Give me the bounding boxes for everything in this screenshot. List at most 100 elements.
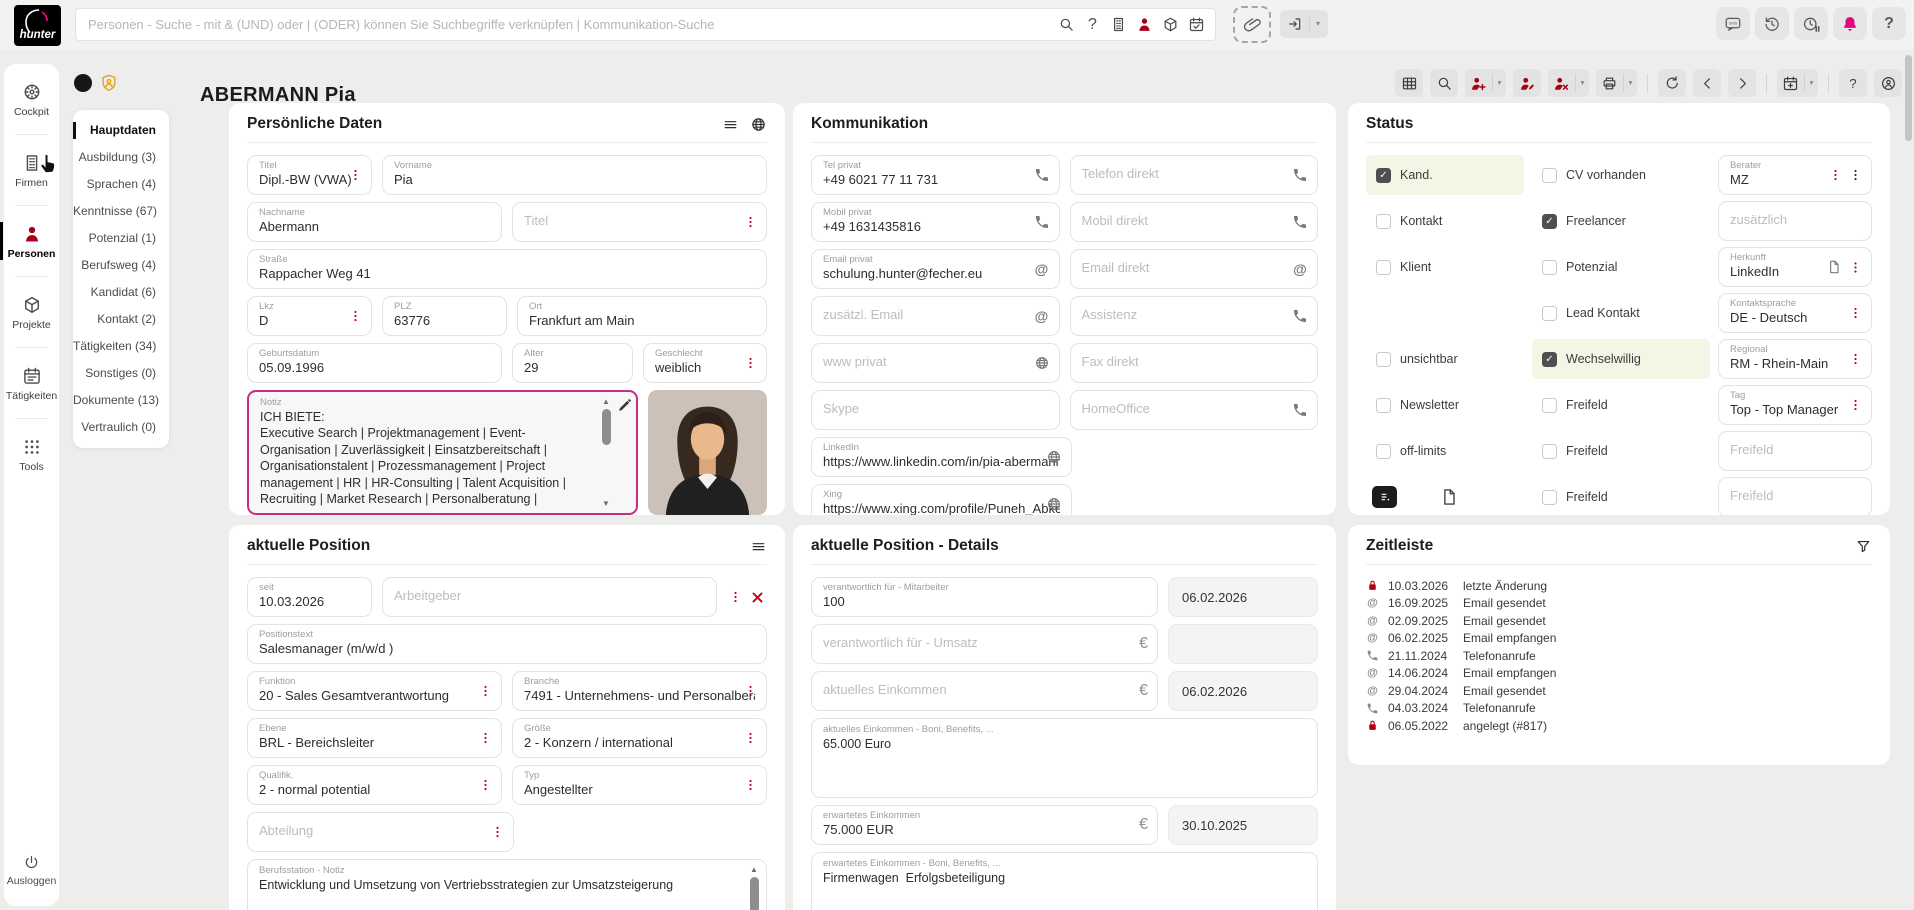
sidebar-item-cockpit[interactable]: Cockpit [4, 64, 59, 135]
abteilung-field[interactable]: Abteilung [247, 812, 514, 852]
positionstext-field[interactable]: Positionstext Salesmanager (m/w/d ) [247, 624, 767, 664]
kebab-menu-icon[interactable] [491, 825, 504, 840]
page-scrollbar[interactable] [1905, 52, 1913, 908]
notifications-button[interactable] [1833, 7, 1867, 40]
timeline-entry[interactable]: @06.02.2025 Email empfangen [1366, 630, 1872, 648]
scroll-thumb[interactable] [601, 409, 611, 445]
calendar-check-icon[interactable] [1188, 16, 1205, 33]
email_privat-field[interactable]: Email privat schulung.hunter@fecher.eu @ [811, 249, 1060, 289]
phone-icon[interactable] [1292, 214, 1308, 230]
scroll-thumb[interactable] [749, 877, 759, 910]
person-link-button[interactable] [1874, 69, 1902, 97]
phone-icon[interactable] [1292, 167, 1308, 183]
alter-field[interactable]: Alter 29 [512, 343, 633, 383]
scroll-up-icon[interactable]: ▲ [750, 865, 758, 874]
checkbox-box[interactable] [1542, 305, 1557, 321]
timeline-entry[interactable]: 04.03.2024 Telefonanrufe [1366, 700, 1872, 718]
phone-icon[interactable] [1292, 308, 1308, 324]
vorname-field[interactable]: Vorname Pia [382, 155, 767, 195]
help-button[interactable]: ? [1872, 7, 1906, 40]
berufsstation_notiz-field[interactable]: Berufsstation - Notiz Entwicklung und Ums… [247, 859, 767, 910]
record-tab-hauptdaten[interactable]: Hauptdaten [73, 117, 169, 144]
record-tab-kandidat-6[interactable]: Kandidat (6) [73, 279, 169, 306]
email_direkt-field[interactable]: Email direkt @ [1069, 249, 1318, 289]
sidebar-item-tools[interactable]: Tools [4, 419, 59, 490]
record-tab-vertraulich-0[interactable]: Vertraulich (0) [73, 414, 169, 441]
kebab-menu-icon[interactable] [1849, 398, 1862, 413]
linkedin-field[interactable]: LinkedIn https://www.linkedin.com/in/pia-… [811, 437, 1072, 477]
checkbox-box[interactable] [1376, 351, 1391, 367]
refresh-button[interactable] [1658, 69, 1686, 97]
checkbox-box[interactable] [1376, 443, 1391, 459]
kebab-menu-icon[interactable] [479, 684, 492, 699]
note-scrollbar[interactable]: ▲▼ [748, 865, 760, 910]
kebab-menu-icon[interactable] [744, 356, 757, 371]
at-icon[interactable]: @ [1034, 308, 1050, 324]
regional-field[interactable]: Regional RM - Rhein-Main [1718, 339, 1872, 379]
checkbox-box[interactable]: ✓ [1376, 167, 1391, 183]
typ-field[interactable]: Typ Angestellter [512, 765, 767, 805]
checkbox-klient[interactable]: Klient [1366, 247, 1524, 287]
candidate-photo[interactable] [648, 390, 767, 515]
sms-button[interactable]: SMS [1716, 7, 1750, 40]
checkbox-freelancer[interactable]: ✓ Freelancer [1532, 201, 1710, 241]
checkbox-unsichtbar[interactable]: unsichtbar [1366, 339, 1524, 379]
checkbox-freifeld[interactable]: Freifeld [1532, 385, 1710, 425]
timeline-entry[interactable]: 21.11.2024 Telefonanrufe [1366, 647, 1872, 665]
checkbox-wechselwillig[interactable]: ✓ Wechselwillig [1532, 339, 1710, 379]
skype-field[interactable]: Skype [811, 390, 1060, 430]
checkbox-lead-kontakt[interactable]: Lead Kontakt [1532, 293, 1710, 333]
record-tab-dokumente-13[interactable]: Dokumente (13) [73, 387, 169, 414]
caret-down-icon[interactable]: ▾ [1492, 74, 1506, 92]
record-tab-kontakt-2[interactable]: Kontakt (2) [73, 306, 169, 333]
doc-icon[interactable] [1826, 259, 1842, 275]
funnel-icon[interactable] [1855, 538, 1872, 555]
sidebar-item-personen[interactable]: Personen [0, 206, 59, 277]
checkbox-box[interactable]: ✓ [1542, 351, 1557, 367]
checkbox-off-limits[interactable]: off-limits [1366, 431, 1524, 471]
globe-icon[interactable] [1046, 496, 1062, 512]
kebab-menu-icon[interactable] [1849, 352, 1862, 367]
time-pause-button[interactable] [1794, 7, 1828, 40]
phone-icon[interactable] [1034, 214, 1050, 230]
caret-down-icon[interactable]: ▾ [1804, 74, 1818, 92]
sidebar-item-firmen[interactable]: Firmen [4, 135, 59, 206]
checkbox-cv-vorhanden[interactable]: CV vorhanden [1532, 155, 1710, 195]
checkbox-potenzial[interactable]: Potenzial [1532, 247, 1710, 287]
kebab-menu-icon[interactable] [744, 778, 757, 793]
zusaetzl_email-field[interactable]: zusätzl. Email @ [811, 296, 1060, 336]
table-view-button[interactable] [1395, 69, 1423, 97]
akt_einkommen-field[interactable]: aktuelles Einkommen € [811, 671, 1158, 711]
kebab-menu-icon[interactable] [1849, 306, 1862, 321]
freifeld1-field[interactable]: Freifeld [1718, 431, 1872, 471]
previous-button[interactable] [1693, 69, 1721, 97]
titel-field[interactable]: Titel Dipl.-BW (VWA) [247, 155, 372, 195]
kebab-menu-icon[interactable] [479, 731, 492, 746]
globe-icon[interactable] [750, 116, 767, 133]
record-tab-ausbildung-3[interactable]: Ausbildung (3) [73, 144, 169, 171]
zusaetzlich-field[interactable]: zusätzlich [1718, 201, 1872, 241]
nachname-field[interactable]: Nachname Abermann [247, 202, 502, 242]
kebab-menu-icon[interactable] [349, 168, 362, 183]
checkbox-box[interactable] [1542, 489, 1557, 505]
strasse-field[interactable]: Straße Rappacher Weg 41 [247, 249, 767, 289]
tel_privat-field[interactable]: Tel privat +49 6021 77 11 731 [811, 155, 1060, 195]
at-icon[interactable]: @ [1034, 261, 1050, 277]
checkbox-freifeld[interactable]: Freifeld [1532, 477, 1710, 515]
sidebar-item-projekte[interactable]: Projekte [4, 277, 59, 348]
print-button[interactable]: ▾ [1596, 69, 1637, 97]
sidebar-item-ausloggen[interactable]: Ausloggen [4, 840, 59, 900]
edit-person-button[interactable] [1513, 69, 1541, 97]
scroll-up-icon[interactable]: ▲ [602, 397, 610, 406]
exit-record-button[interactable]: ▾ [1280, 10, 1328, 38]
kebab-menu-icon[interactable] [744, 215, 757, 230]
checkbox-box[interactable] [1376, 397, 1391, 413]
search-button[interactable] [1430, 69, 1458, 97]
branche-field[interactable]: Branche 7491 - Unternehmens- und Personal… [512, 671, 767, 711]
scroll-down-icon[interactable]: ▼ [602, 499, 610, 508]
timeline-entry[interactable]: @02.09.2025 Email gesendet [1366, 612, 1872, 630]
delete-person-button[interactable]: ▾ [1548, 69, 1589, 97]
person-icon[interactable] [1136, 16, 1153, 33]
checkbox-box[interactable] [1376, 259, 1391, 275]
help-icon[interactable]: ? [1084, 16, 1101, 33]
